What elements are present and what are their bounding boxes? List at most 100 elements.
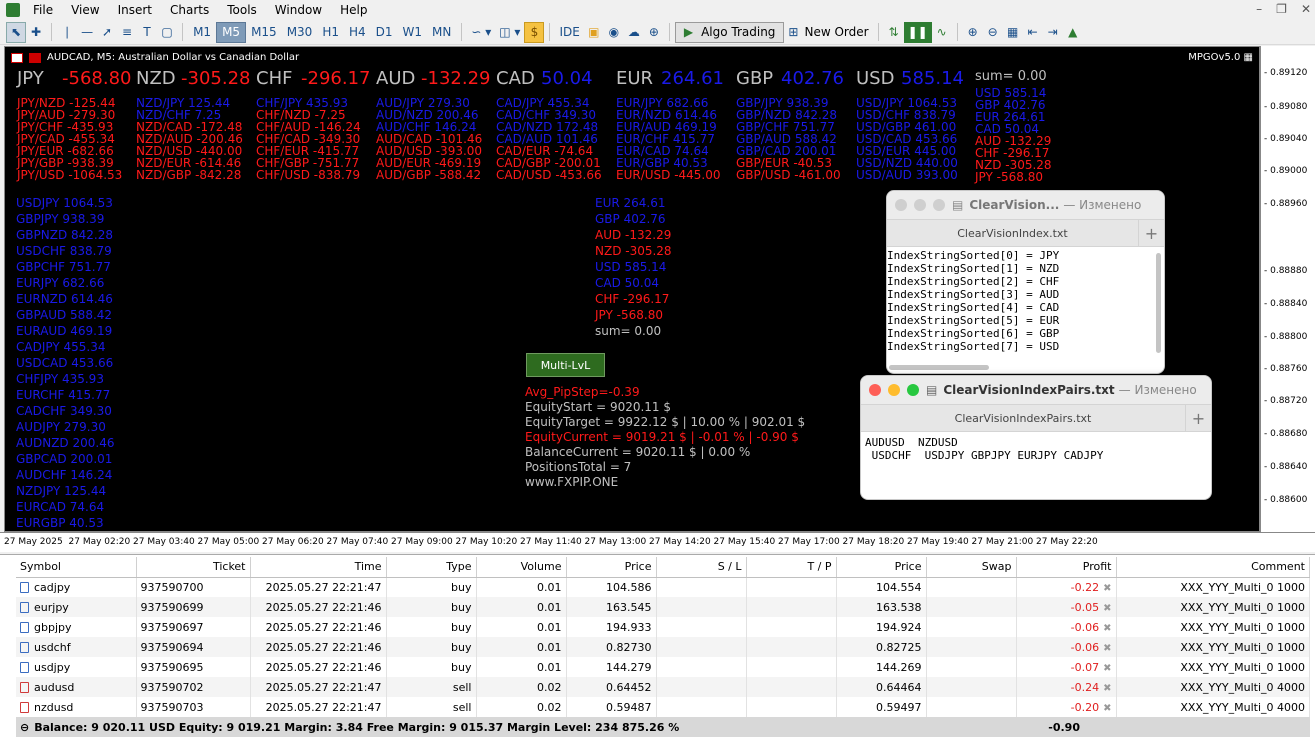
- timeframe-h1[interactable]: H1: [317, 22, 344, 43]
- pair-column: CHF/JPY 435.93 CHF/NZD -7.25 CHF/AUD -146.…: [256, 97, 361, 181]
- time-scale[interactable]: 27 May 2025 27 May 02:20 27 May 03:40 27 Ma…: [0, 532, 1315, 552]
- menu-charts[interactable]: Charts: [161, 3, 218, 17]
- column-header-profit[interactable]: Profit: [1016, 557, 1117, 578]
- tile-windows-icon[interactable]: ▦: [1003, 22, 1023, 43]
- symbol-text: eurjpy: [34, 600, 69, 614]
- timeframe-m1[interactable]: M1: [188, 22, 216, 43]
- vertical-scrollbar[interactable]: [1156, 253, 1161, 353]
- vertical-line-icon[interactable]: ∣: [57, 22, 77, 43]
- timeframe-mn[interactable]: MN: [427, 22, 456, 43]
- close-position-icon[interactable]: ✖: [1103, 623, 1111, 634]
- close-dot-icon[interactable]: [869, 384, 881, 396]
- window-titlebar[interactable]: ▤ ClearVision... — Изменено: [887, 191, 1164, 219]
- zoom-dot-icon[interactable]: [907, 384, 919, 396]
- column-header-tp[interactable]: T / P: [746, 557, 837, 578]
- horizontal-scrollbar[interactable]: [889, 365, 989, 370]
- window-text-content[interactable]: IndexStringSorted[0] = JPY IndexStringSor…: [887, 247, 1164, 353]
- column-header-symbol[interactable]: Symbol: [16, 557, 137, 578]
- window-titlebar[interactable]: ▤ ClearVisionIndexPairs.txt — Изменено: [861, 376, 1211, 404]
- menu-tools[interactable]: Tools: [218, 3, 266, 17]
- minimize-icon[interactable]: –: [1256, 0, 1262, 18]
- menu-help[interactable]: Help: [331, 3, 376, 17]
- table-row[interactable]: usdjpy 937590695 2025.05.27 22:21:46 buy 0.0…: [16, 657, 1310, 677]
- menu-insert[interactable]: Insert: [109, 3, 161, 17]
- level-icon[interactable]: ▲: [1063, 22, 1083, 43]
- trendline-icon[interactable]: ➚: [97, 22, 117, 43]
- collapse-icon[interactable]: ⊖: [20, 721, 29, 734]
- menu-window[interactable]: Window: [266, 3, 331, 17]
- pause-icon[interactable]: ❚❚: [903, 21, 932, 43]
- ide-button[interactable]: IDE: [555, 22, 583, 43]
- close-position-icon[interactable]: ✖: [1103, 703, 1111, 714]
- column-header-price[interactable]: Price: [566, 557, 657, 578]
- indicator-wave-icon[interactable]: ∿: [932, 22, 952, 43]
- timeframe-m5[interactable]: M5: [216, 21, 247, 43]
- timeframe-h4[interactable]: H4: [344, 22, 371, 43]
- depth-icon[interactable]: ⇅: [884, 22, 904, 43]
- window-tab[interactable]: ClearVisionIndexPairs.txt: [861, 412, 1185, 425]
- price-scale[interactable]: - 0.89120 - 0.89080 - 0.89040 - 0.89000 - 0.…: [1260, 46, 1315, 532]
- timeframe-w1[interactable]: W1: [398, 22, 428, 43]
- table-row[interactable]: cadjpy 937590700 2025.05.27 22:21:47 buy 0.0…: [16, 577, 1310, 597]
- column-header-price[interactable]: Price: [836, 557, 927, 578]
- table-row[interactable]: gbpjpy 937590697 2025.05.27 22:21:46 buy 0.0…: [16, 617, 1310, 637]
- table-row[interactable]: nzdusd 937590703 2025.05.27 22:21:47 sell 0.…: [16, 697, 1310, 717]
- window-text-content[interactable]: AUDUSD NZDUSD USDCHF USDJPY GBPJPY EURJP…: [861, 432, 1211, 462]
- add-icon[interactable]: ⊕: [644, 22, 664, 43]
- column-header-swap[interactable]: Swap: [926, 557, 1017, 578]
- algo-trading-button[interactable]: ▶ Algo Trading: [674, 21, 785, 43]
- autoscroll-icon[interactable]: ⇥: [1043, 22, 1063, 43]
- new-order-label: New Order: [804, 25, 869, 39]
- text-window-index[interactable]: ▤ ClearVision... — Изменено ClearVisionI…: [886, 190, 1165, 374]
- chart-type-icon[interactable]: ∽ ▾: [467, 22, 495, 43]
- timeframe-m30[interactable]: M30: [282, 22, 318, 43]
- zoom-in-icon[interactable]: ⊕: [963, 22, 983, 43]
- signals-icon[interactable]: ◉: [604, 22, 624, 43]
- close-position-icon[interactable]: ✖: [1103, 663, 1111, 674]
- zoom-out-icon[interactable]: ⊖: [983, 22, 1003, 43]
- column-header-volume[interactable]: Volume: [476, 557, 567, 578]
- minimize-dot-icon[interactable]: [888, 384, 900, 396]
- table-row[interactable]: eurjpy 937590699 2025.05.27 22:21:46 buy 0.0…: [16, 597, 1310, 617]
- multi-lvl-button[interactable]: Multi-LvL: [526, 353, 605, 377]
- menu-view[interactable]: View: [62, 3, 108, 17]
- close-icon[interactable]: ✕: [1301, 0, 1311, 18]
- chart-menu-icon[interactable]: [11, 52, 23, 63]
- scroll-chart-icon[interactable]: ⇤: [1023, 22, 1043, 43]
- templates-icon[interactable]: ◫ ▾: [495, 22, 524, 43]
- vps-cloud-icon[interactable]: ☁: [624, 22, 644, 43]
- new-tab-plus-icon[interactable]: +: [1138, 219, 1164, 247]
- shapes-icon[interactable]: ▢: [157, 22, 177, 43]
- close-dot-icon[interactable]: [895, 199, 907, 211]
- close-position-icon[interactable]: ✖: [1103, 643, 1111, 654]
- cursor-icon[interactable]: ⬉: [6, 21, 27, 43]
- zoom-dot-icon[interactable]: [933, 199, 945, 211]
- horizontal-line-icon[interactable]: —: [77, 22, 97, 43]
- column-header-comment[interactable]: Comment: [1116, 557, 1310, 578]
- column-header-type[interactable]: Type: [386, 557, 477, 578]
- dollar-icon[interactable]: $: [524, 21, 545, 43]
- crosshair-icon[interactable]: ✚: [26, 22, 46, 43]
- text-window-index-pairs[interactable]: ▤ ClearVisionIndexPairs.txt — Изменено C…: [860, 375, 1212, 500]
- table-row[interactable]: usdchf 937590694 2025.05.27 22:21:46 buy 0.0…: [16, 637, 1310, 657]
- close-position-icon[interactable]: ✖: [1103, 603, 1111, 614]
- column-header-sl[interactable]: S / L: [656, 557, 747, 578]
- restore-icon[interactable]: ❐: [1276, 0, 1287, 18]
- table-row[interactable]: audusd 937590702 2025.05.27 22:21:47 sell 0.…: [16, 677, 1310, 697]
- text-tool-icon[interactable]: T: [137, 22, 157, 43]
- timeframe-m15[interactable]: M15: [246, 22, 282, 43]
- menu-file[interactable]: File: [24, 3, 62, 17]
- column-header-time[interactable]: Time: [250, 557, 387, 578]
- window-tab[interactable]: ClearVisionIndex.txt: [887, 227, 1138, 240]
- minimize-dot-icon[interactable]: [914, 199, 926, 211]
- new-order-button[interactable]: ⊞ New Order: [784, 22, 872, 43]
- close-position-icon[interactable]: ✖: [1103, 583, 1111, 594]
- timeframe-d1[interactable]: D1: [371, 22, 398, 43]
- indicator-settings-icon[interactable]: ▦: [1244, 52, 1253, 63]
- channel-icon[interactable]: ≡: [117, 22, 137, 43]
- market-bag-icon[interactable]: ▣: [584, 22, 604, 43]
- close-position-icon[interactable]: ✖: [1103, 683, 1111, 694]
- column-header-ticket[interactable]: Ticket: [136, 557, 251, 578]
- new-tab-plus-icon[interactable]: +: [1185, 404, 1211, 432]
- pair-column: EUR/JPY 682.66 EUR/NZD 614.46 EUR/AUD 469.…: [616, 97, 721, 181]
